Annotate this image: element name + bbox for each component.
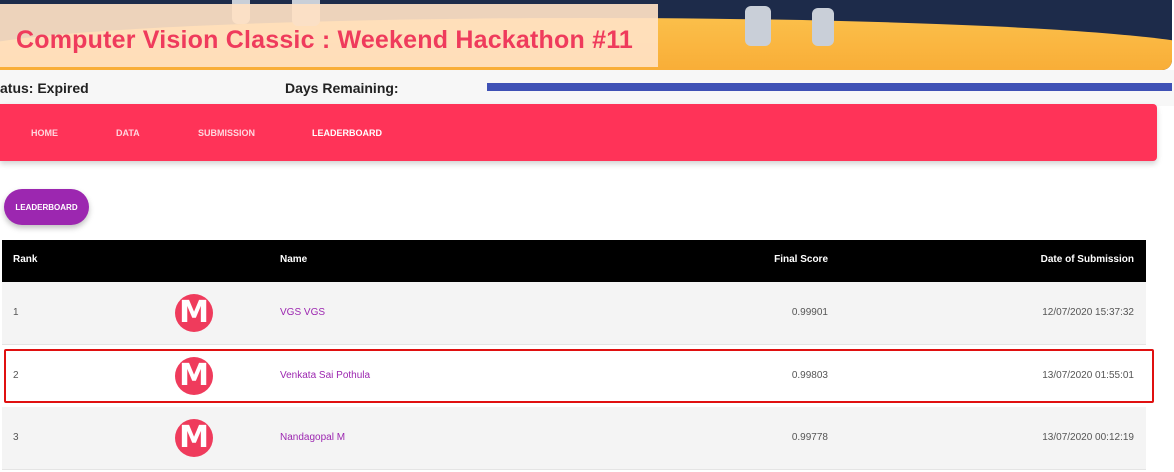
leaderboard-button[interactable]: LEADERBOARD	[4, 189, 89, 225]
submission-date-cell: 12/07/2020 15:37:32	[1042, 307, 1134, 318]
avatar: M	[175, 294, 213, 332]
header-name: Name	[280, 254, 308, 265]
rank-cell: 2	[13, 370, 19, 381]
hackathon-nav: HOME DATA SUBMISSION LEADERBOARD	[0, 104, 1157, 161]
mascot-paw-right-2	[812, 8, 834, 46]
avatar-letter: M	[179, 358, 209, 393]
nav-leaderboard[interactable]: LEADERBOARD	[312, 128, 382, 138]
mascot-paw-left-2	[745, 6, 771, 46]
table-row: 2 M Venkata Sai Pothula 0.99803 13/07/20…	[2, 345, 1146, 408]
status-text: atus: Expired	[0, 80, 89, 96]
table-row: 1 M VGS VGS 0.99901 12/07/2020 15:37:32	[2, 282, 1146, 345]
avatar: M	[175, 419, 213, 457]
header-final-score: Final Score	[774, 254, 828, 265]
status-row: atus: Expired Days Remaining:	[0, 70, 1174, 106]
header-rank: Rank	[13, 254, 38, 265]
header-date-of-submission: Date of Submission	[1040, 254, 1134, 265]
rank-cell: 1	[13, 307, 19, 318]
hackathon-banner: Computer Vision Classic : Weekend Hackat…	[0, 0, 1172, 70]
final-score-cell: 0.99778	[791, 432, 828, 443]
nav-data[interactable]: DATA	[116, 128, 140, 138]
avatar-letter: M	[179, 295, 209, 330]
rank-cell: 3	[13, 432, 19, 443]
final-score-cell: 0.99803	[791, 370, 828, 381]
final-score-cell: 0.99901	[791, 307, 828, 318]
participant-name-link[interactable]: Nandagopal M	[280, 432, 345, 443]
leaderboard-table-header: Rank Name Final Score Date of Submission	[2, 240, 1146, 282]
submission-date-cell: 13/07/2020 00:12:19	[1042, 432, 1134, 443]
page-title: Computer Vision Classic : Weekend Hackat…	[16, 26, 634, 54]
submission-date-cell: 13/07/2020 01:55:01	[1042, 370, 1134, 381]
table-row: 3 M Nandagopal M 0.99778 13/07/2020 00:1…	[2, 407, 1146, 470]
nav-submission[interactable]: SUBMISSION	[198, 128, 255, 138]
title-box: Computer Vision Classic : Weekend Hackat…	[0, 4, 658, 67]
leaderboard-button-label: LEADERBOARD	[15, 202, 78, 212]
avatar: M	[175, 357, 213, 395]
days-remaining-label: Days Remaining:	[285, 80, 399, 96]
participant-name-link[interactable]: Venkata Sai Pothula	[280, 370, 370, 381]
days-remaining-progress-bar	[487, 83, 1172, 91]
participant-name-link[interactable]: VGS VGS	[280, 307, 325, 318]
avatar-letter: M	[179, 420, 209, 455]
nav-home[interactable]: HOME	[31, 128, 58, 138]
